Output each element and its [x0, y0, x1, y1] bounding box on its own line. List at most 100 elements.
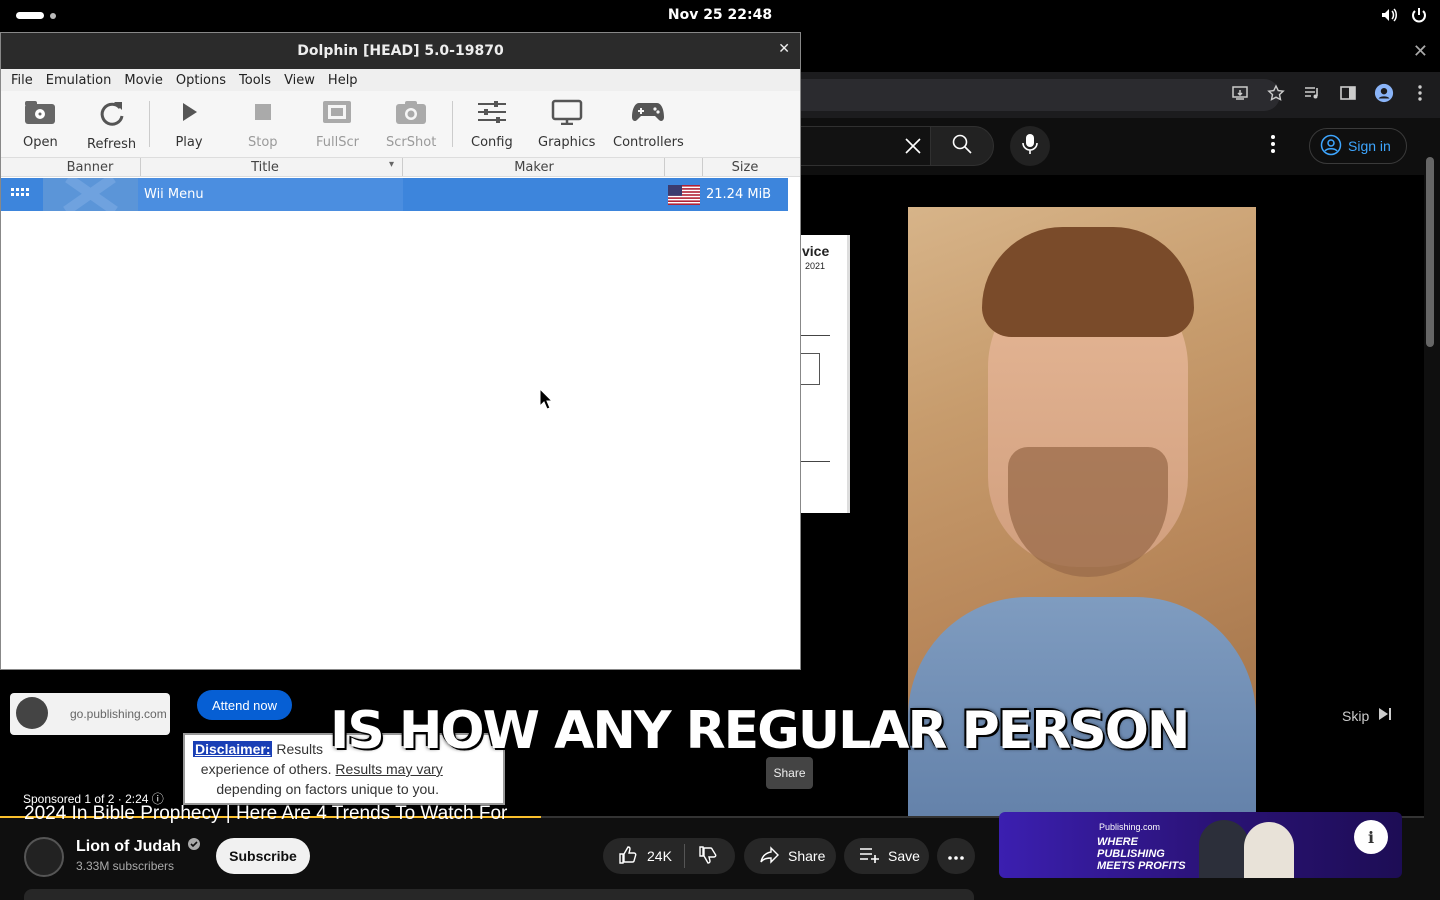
play-label: Play [175, 135, 203, 150]
more-actions-button[interactable] [937, 838, 975, 874]
config-button[interactable]: Config [471, 99, 513, 150]
page-scrollbar[interactable] [1426, 157, 1434, 347]
refresh-button[interactable]: Refresh [87, 99, 136, 152]
controllers-button[interactable]: Controllers [613, 99, 684, 150]
sign-in-button[interactable]: Sign in [1309, 128, 1407, 164]
promo-tagline: WHERE PUBLISHING MEETS PROFITS [1097, 836, 1186, 872]
menu-file[interactable]: File [11, 73, 33, 88]
channel-name-link[interactable]: Lion of Judah [76, 837, 201, 856]
doc-subheading: 2021 [805, 261, 826, 271]
activities-button[interactable] [16, 12, 56, 19]
menu-view[interactable]: View [284, 73, 315, 88]
open-label: Open [23, 135, 58, 150]
presenter-beard [1008, 447, 1168, 577]
column-header-banner[interactable]: Banner [41, 160, 139, 175]
account-icon [1320, 134, 1342, 159]
menu-movie[interactable]: Movie [124, 73, 162, 88]
save-button[interactable]: Save [844, 838, 929, 874]
close-icon[interactable]: ✕ [1413, 41, 1428, 62]
gamepad-icon [631, 99, 665, 129]
description-box[interactable] [24, 889, 974, 900]
refresh-label: Refresh [87, 137, 137, 152]
attend-now-button[interactable]: Attend now [197, 690, 292, 720]
dislike-button[interactable] [697, 844, 719, 869]
clock[interactable]: Nov 25 22:48 [0, 7, 1440, 23]
graphics-button[interactable]: Graphics [538, 99, 595, 150]
power-icon[interactable] [1410, 6, 1428, 28]
graphics-label: Graphics [538, 135, 596, 150]
channel-name: Lion of Judah [76, 837, 181, 855]
promo-person-graphic [1199, 820, 1249, 878]
skip-ad-button[interactable]: Skip [1342, 706, 1393, 725]
stop-icon [249, 99, 277, 129]
refresh-icon [98, 99, 126, 131]
stop-button[interactable]: Stop [248, 99, 278, 150]
menu-tools[interactable]: Tools [239, 73, 271, 88]
column-divider[interactable] [664, 158, 665, 176]
close-icon[interactable]: ✕ [778, 41, 790, 57]
sort-descending-icon: ▾ [389, 159, 395, 170]
play-button[interactable]: Play [175, 99, 203, 150]
menu-emulation[interactable]: Emulation [46, 73, 112, 88]
like-dislike-group: 24K [603, 838, 735, 874]
thumbs-up-icon [617, 844, 639, 869]
toolbar-separator [149, 101, 150, 147]
fullscreen-button[interactable]: FullScr [316, 99, 359, 150]
promo-person-graphic [1244, 822, 1294, 878]
channel-avatar[interactable] [24, 837, 64, 877]
volume-icon[interactable] [1380, 6, 1398, 28]
share-button[interactable]: Share [744, 838, 836, 874]
sign-in-label: Sign in [1348, 138, 1391, 154]
advertiser-avatar[interactable] [16, 697, 48, 729]
disclaimer-tag: Disclaimer: [193, 741, 273, 757]
doc-heading: vice [802, 243, 830, 259]
more-options-icon[interactable] [1270, 134, 1276, 158]
verified-icon [187, 837, 201, 856]
toolbar-separator [452, 101, 453, 147]
column-header-maker[interactable]: Maker [403, 160, 665, 175]
game-size: 21.24 MiB [706, 187, 772, 202]
subscribe-button[interactable]: Subscribe [216, 838, 310, 874]
workspace-indicator-active [16, 12, 44, 19]
fullscreen-icon [321, 99, 353, 129]
screenshot-button[interactable]: ScrShot [386, 99, 436, 150]
advertiser-url[interactable]: go.publishing.com [70, 707, 167, 721]
clear-search-icon[interactable] [902, 135, 924, 161]
disclaimer-link: Results may vary [335, 761, 443, 777]
skip-label: Skip [1342, 707, 1370, 724]
column-header-title[interactable]: Title [141, 160, 389, 175]
video-caption: IS HOW ANY REGULAR PERSON [330, 701, 1190, 761]
disclaimer-text: depending on factors unique to you. [216, 781, 439, 797]
playlist-add-icon [858, 844, 880, 869]
side-panel-icon[interactable] [1338, 83, 1358, 103]
install-app-icon[interactable] [1230, 83, 1250, 103]
kebab-menu-icon[interactable] [1410, 83, 1430, 103]
voice-search-button[interactable] [1010, 126, 1050, 166]
open-icon [24, 99, 56, 129]
menu-bar: File Emulation Movie Options Tools View Help [1, 69, 800, 91]
camera-icon [395, 99, 427, 129]
search-button[interactable] [930, 126, 994, 166]
sponsored-promo-banner[interactable]: Publishing.com WHERE PUBLISHING MEETS PR… [999, 812, 1402, 878]
game-row-selected[interactable]: Wii Menu 21.24 MiB [1, 173, 788, 216]
disclaimer-text: Results [272, 741, 324, 757]
ad-advertiser-bar[interactable]: go.publishing.com [10, 693, 170, 735]
media-controls-icon[interactable] [1302, 83, 1322, 103]
column-header-size[interactable]: Size [703, 160, 787, 175]
wii-platform-icon [11, 187, 29, 205]
skip-next-icon [1377, 706, 1393, 725]
profile-avatar-icon[interactable] [1374, 83, 1394, 103]
open-button[interactable]: Open [23, 99, 58, 150]
window-title: Dolphin [HEAD] 5.0-19870 [297, 43, 504, 59]
menu-help[interactable]: Help [328, 73, 358, 88]
menu-options[interactable]: Options [176, 73, 226, 88]
system-tray[interactable] [1380, 6, 1428, 28]
info-icon[interactable]: i [1354, 820, 1388, 854]
microphone-icon [1022, 133, 1038, 159]
window-titlebar[interactable]: Dolphin [HEAD] 5.0-19870 ✕ [1, 33, 800, 69]
doc-box [800, 353, 820, 385]
like-button[interactable]: 24K [617, 844, 672, 869]
monitor-icon [551, 99, 583, 129]
share-icon [758, 844, 780, 869]
bookmark-star-icon[interactable] [1266, 83, 1286, 103]
